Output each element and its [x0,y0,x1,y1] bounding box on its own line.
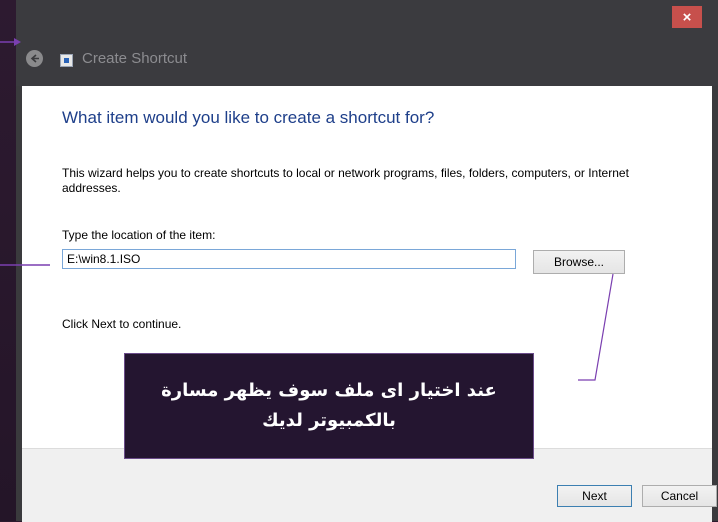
cancel-button[interactable]: Cancel [642,485,717,507]
wizard-heading: What item would you like to create a sho… [62,108,435,127]
back-button[interactable] [26,50,43,67]
close-icon: × [682,8,692,26]
location-input[interactable] [62,249,516,269]
continue-hint: Click Next to continue. [62,317,182,331]
back-arrow-icon [30,54,39,63]
shortcut-icon [60,54,73,67]
next-button[interactable]: Next [557,485,632,507]
browse-button[interactable]: Browse... [533,250,625,274]
annotation-line1: عند اختيار اى ملف سوف يظهر مسارة [161,380,497,401]
wizard-description: This wizard helps you to create shortcut… [62,166,629,195]
title-bar: × Create Shortcut [16,0,718,86]
location-label: Type the location of the item: [62,228,216,242]
annotation-line2: بالكمبيوتر لديك [262,410,396,431]
window-title: Create Shortcut [82,50,188,67]
wizard-footer: Next Cancel [22,448,717,522]
close-button[interactable]: × [672,6,702,28]
annotation-callout: عند اختيار اى ملف سوف يظهر مسارة بالكمبي… [124,353,534,459]
